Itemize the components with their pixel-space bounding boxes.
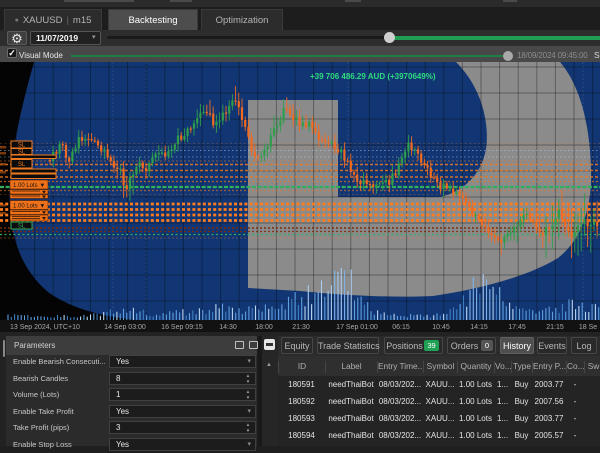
svg-text:21:30: 21:30 xyxy=(292,324,310,331)
svg-text:SL: SL xyxy=(18,143,26,149)
svg-text:1.00 Lots ▼: 1.00 Lots ▼ xyxy=(13,183,45,189)
svg-text:10:45: 10:45 xyxy=(432,324,450,331)
svg-text:17:45: 17:45 xyxy=(508,324,526,331)
svg-text:18:00: 18:00 xyxy=(255,324,273,331)
svg-text:13 Sep 2024, UTC+10: 13 Sep 2024, UTC+10 xyxy=(10,324,80,331)
svg-text:14:30: 14:30 xyxy=(219,324,237,331)
svg-text:17 Sep 01:00: 17 Sep 01:00 xyxy=(336,324,378,331)
svg-text:SL: SL xyxy=(18,162,26,168)
svg-text:21:15: 21:15 xyxy=(546,324,564,331)
svg-text:SL: SL xyxy=(18,224,26,230)
svg-text:+39 706 486.29 AUD (+3970649%): +39 706 486.29 AUD (+3970649%) xyxy=(310,72,436,81)
svg-text:14 Sep 03:00: 14 Sep 03:00 xyxy=(104,324,146,331)
svg-text:16 Sep 09:15: 16 Sep 09:15 xyxy=(161,324,203,331)
svg-text:14:15: 14:15 xyxy=(470,324,488,331)
svg-text:1.00 Lots ▼: 1.00 Lots ▼ xyxy=(13,203,45,209)
svg-text:18 Se: 18 Se xyxy=(579,324,597,331)
svg-text:06:15: 06:15 xyxy=(392,324,410,331)
